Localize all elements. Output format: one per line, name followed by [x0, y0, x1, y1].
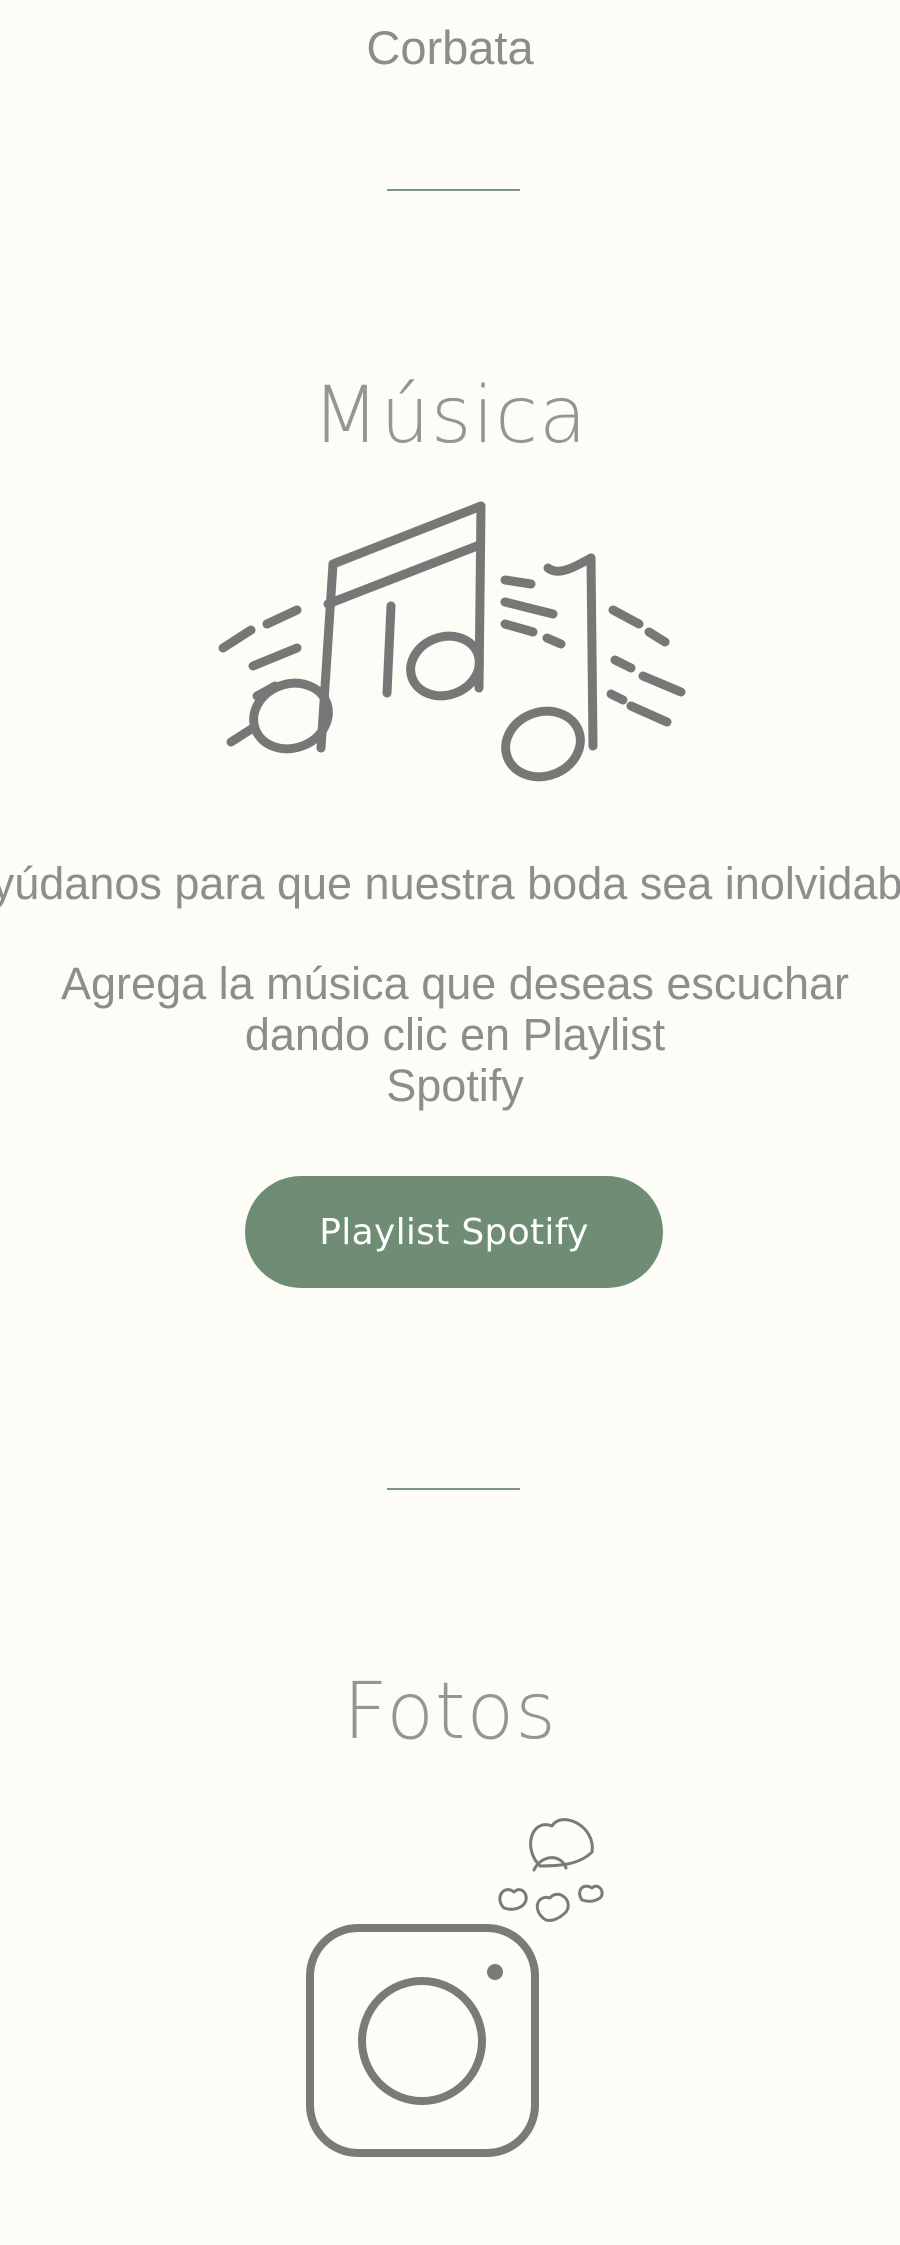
music-intro-text: Ayúdanos para que nuestra boda sea inolv… — [0, 858, 900, 909]
music-notes-icon — [218, 501, 686, 782]
instructions-line-3: Spotify — [386, 1060, 524, 1111]
photos-title: Fotos — [343, 1667, 557, 1757]
dress-code-item: Corbata — [366, 21, 534, 74]
music-instructions: Agrega la música que deseas escuchar dan… — [0, 958, 900, 1111]
instructions-line-2: dando clic en Playlist — [244, 1009, 666, 1060]
instagram-hearts-icon — [306, 1818, 604, 2157]
instructions-line-1: Agrega la música que deseas escuchar — [61, 958, 849, 1009]
music-title: Música — [312, 371, 588, 461]
section-divider — [387, 189, 520, 191]
section-divider — [387, 1488, 520, 1490]
playlist-spotify-button[interactable]: Playlist Spotify — [245, 1176, 663, 1288]
